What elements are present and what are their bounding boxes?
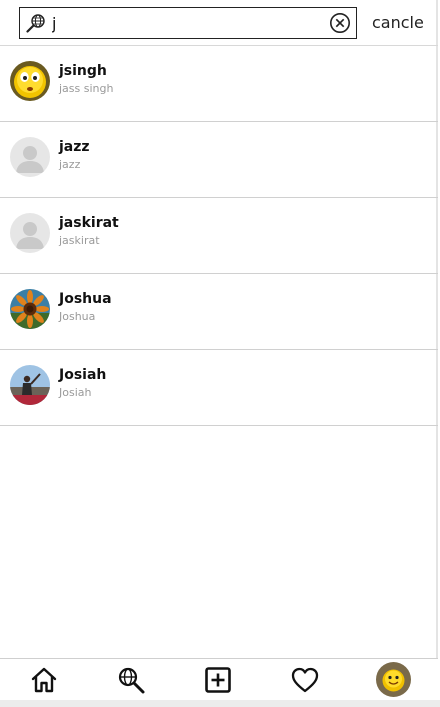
full-name: Joshua [59, 310, 96, 323]
full-name: Josiah [59, 386, 92, 399]
sunflower-photo-avatar-icon [10, 289, 50, 329]
globe-search-icon [26, 14, 45, 33]
full-name: jazz [59, 158, 81, 171]
add-post-icon [205, 667, 231, 693]
search-header: cancle [0, 0, 438, 46]
result-row-jsingh[interactable]: jsingh jass singh [0, 46, 438, 122]
nav-home[interactable] [29, 665, 59, 695]
nav-profile-avatar[interactable] [376, 662, 411, 697]
default-user-icon [10, 137, 50, 177]
nav-activity[interactable] [290, 665, 320, 695]
result-row-jaskirat[interactable]: jaskirat jaskirat [0, 198, 438, 274]
default-user-icon [10, 213, 50, 253]
search-input[interactable] [52, 11, 322, 35]
full-name: jaskirat [59, 234, 100, 247]
heart-icon [291, 667, 319, 693]
bottom-strip [0, 700, 440, 707]
result-row-josiah[interactable]: Josiah Josiah [0, 350, 438, 426]
result-row-joshua[interactable]: Joshua Joshua [0, 274, 438, 350]
search-results-list: jsingh jass singh jazz jazz jaskirat jas… [0, 46, 438, 426]
result-row-jazz[interactable]: jazz jazz [0, 122, 438, 198]
avatar [10, 137, 50, 177]
clear-search-icon[interactable] [329, 12, 351, 34]
bottom-navigation [0, 658, 438, 700]
search-box[interactable] [19, 7, 357, 39]
username: jaskirat [59, 215, 119, 231]
search-icon [118, 667, 145, 694]
nav-add-post[interactable] [203, 665, 233, 695]
avatar [10, 365, 50, 405]
cancel-button[interactable]: cancle [372, 13, 424, 32]
outdoor-photo-avatar-icon [10, 365, 50, 405]
avatar [10, 61, 50, 101]
avatar [10, 289, 50, 329]
emoji-face-avatar-icon [10, 61, 50, 101]
username: jsingh [59, 63, 107, 79]
username: Josiah [59, 367, 107, 383]
nav-search[interactable] [116, 665, 146, 695]
avatar [10, 213, 50, 253]
username: Joshua [59, 291, 112, 307]
app-frame: cancle jsingh jass singh [0, 0, 438, 707]
full-name: jass singh [59, 82, 114, 95]
username: jazz [59, 139, 90, 155]
home-icon [31, 667, 57, 693]
profile-avatar-icon [376, 662, 411, 697]
